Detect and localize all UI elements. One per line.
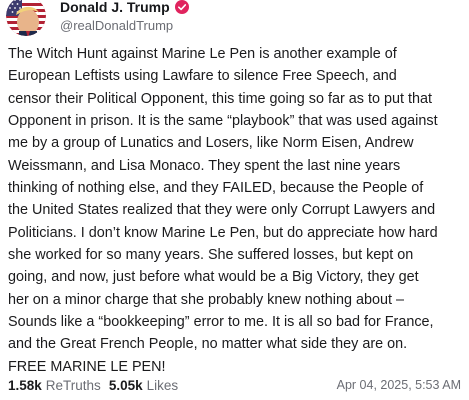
avatar[interactable] [6,0,46,36]
post-line: Sounds like a “bookkeeping” error to me.… [8,314,434,331]
truth-post: Donald J. Trump @realDonaldTrump The Wit… [0,0,469,400]
post-line: Politicians. I don’t know Marine Le Pen,… [8,224,438,241]
display-name-row[interactable]: Donald J. Trump [60,0,189,16]
likes-count: 5.05k [108,377,143,393]
post-line: her on a minor charge that she probably … [8,291,405,308]
retruths-label: ReTruths [45,377,101,393]
author-names: Donald J. Trump @realDonaldTrump [60,0,189,34]
post-line: thinking of nothing else, and they FAILE… [8,180,424,197]
post-line: European Leftists using Lawfare to silen… [8,68,397,85]
post-footer: 1.58k ReTruths 5.05k Likes Apr 04, 2025,… [8,375,461,395]
retruths-count: 1.58k [8,377,42,393]
post-line: Opponent in prison. It is the same “play… [8,113,438,130]
user-handle[interactable]: @realDonaldTrump [60,17,189,34]
avatar-image [6,0,46,36]
post-line: The Witch Hunt against Marine Le Pen is … [8,46,397,62]
post-line: she worked for so many years. She suffer… [8,247,414,264]
post-line: Weissmann, and Lisa Monaco. They spent t… [8,157,401,174]
likes-stat[interactable]: 5.05k Likes [109,378,178,393]
post-line: the United States realized that they wer… [8,202,436,219]
display-name[interactable]: Donald J. Trump [60,0,170,16]
post-timestamp[interactable]: Apr 04, 2025, 5:53 AM [337,378,461,392]
likes-label: Likes [146,377,179,393]
retruths-stat[interactable]: 1.58k ReTruths [8,378,101,393]
post-line: me by a group of Lunatics and Losers, li… [8,135,414,152]
post-line: and the Great French People, no matter w… [8,336,408,353]
post-body: The Witch Hunt against Marine Le Pen is … [8,43,468,378]
post-header: Donald J. Trump @realDonaldTrump [6,0,189,40]
post-line: going, and now, just before what would b… [8,269,419,286]
verified-badge-icon [174,0,189,14]
post-line: censor their Political Opponent, this ti… [8,90,432,107]
